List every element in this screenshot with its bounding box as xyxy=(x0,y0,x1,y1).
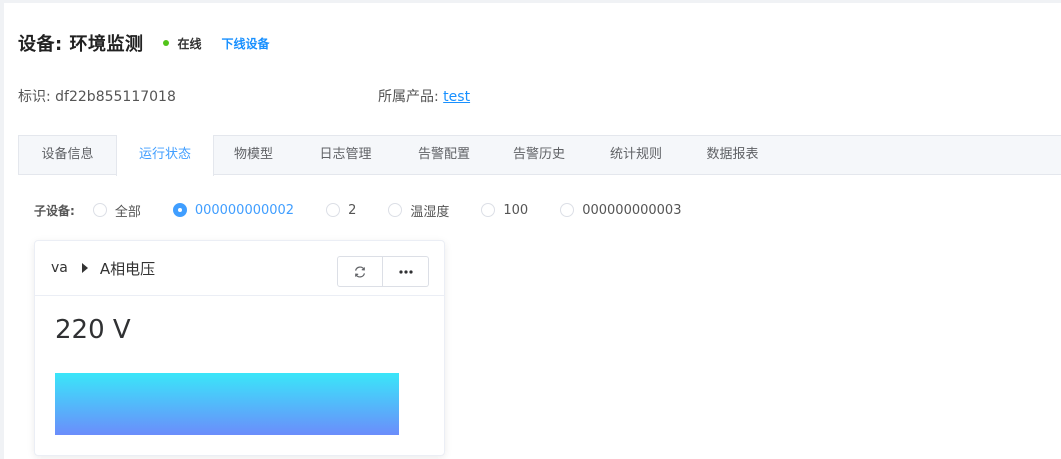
left-edge xyxy=(0,0,4,459)
tab-bar: 设备信息 运行状态 物模型 日志管理 告警配置 告警历史 统计规则 数据报表 xyxy=(18,135,1061,176)
tab-log-management[interactable]: 日志管理 xyxy=(293,135,398,175)
device-id-label: 标识: xyxy=(18,89,56,105)
radio-label: 000000000003 xyxy=(582,202,682,218)
subdevice-selector: 子设备: 全部 000000000002 2 温湿度 100 000000000… xyxy=(34,200,713,220)
radio-label: 温湿度 xyxy=(410,204,450,220)
property-card: va A相电压 220 V xyxy=(34,240,445,456)
tab-alarm-history[interactable]: 告警历史 xyxy=(490,135,588,175)
product-row: 所属产品: test xyxy=(378,86,470,106)
tab-thing-model[interactable]: 物模型 xyxy=(214,135,293,175)
radio-circle-icon[interactable] xyxy=(481,203,496,217)
product-label: 所属产品: xyxy=(378,89,444,105)
radio-all[interactable]: 全部 xyxy=(92,201,141,220)
tab-alarm-config[interactable]: 告警配置 xyxy=(398,135,490,175)
radio-circle-icon[interactable] xyxy=(560,203,575,217)
refresh-icon xyxy=(355,265,365,278)
radio-circle-icon[interactable] xyxy=(92,203,107,217)
tab-run-status[interactable]: 运行状态 xyxy=(116,135,214,176)
top-edge xyxy=(0,0,1061,3)
device-detail-page: 设备: 环境监测 在线 下线设备 标识: df22b855117018 所属产品… xyxy=(0,0,1061,459)
radio-100[interactable]: 100 xyxy=(481,203,528,218)
device-id-value: df22b855117018 xyxy=(55,89,176,105)
status-text: 在线 xyxy=(177,36,202,51)
subdevice-label: 子设备: xyxy=(34,203,75,218)
more-icon xyxy=(398,269,413,274)
tab-data-report[interactable]: 数据报表 xyxy=(684,135,781,175)
radio-temp-humidity[interactable]: 温湿度 xyxy=(388,201,449,220)
page-title: 设备: 环境监测 xyxy=(18,34,144,55)
card-actions xyxy=(337,256,429,287)
radio-000000000003[interactable]: 000000000003 xyxy=(560,203,681,218)
property-id: va xyxy=(51,260,68,276)
tab-device-info[interactable]: 设备信息 xyxy=(19,135,116,175)
card-header: va A相电压 xyxy=(35,241,444,296)
page-header: 设备: 环境监测 在线 下线设备 xyxy=(18,30,270,56)
radio-label: 100 xyxy=(503,202,529,218)
property-name: A相电压 xyxy=(99,259,156,278)
radio-label: 2 xyxy=(348,202,357,218)
radio-circle-icon[interactable] xyxy=(388,203,403,217)
value-bar xyxy=(55,373,399,435)
caret-right-icon xyxy=(81,263,88,273)
radio-2[interactable]: 2 xyxy=(326,203,356,218)
property-value: 220 V xyxy=(55,315,131,345)
radio-circle-icon[interactable] xyxy=(326,203,341,217)
radio-label: 000000000002 xyxy=(194,202,295,218)
device-id-row: 标识: df22b855117018 xyxy=(18,86,176,106)
radio-circle-icon[interactable] xyxy=(172,203,187,217)
refresh-button[interactable] xyxy=(337,256,383,287)
status-dot-icon xyxy=(163,40,170,46)
tab-stat-rules[interactable]: 统计规则 xyxy=(588,135,684,175)
status-badge: 在线 xyxy=(163,35,201,52)
radio-000000000002[interactable]: 000000000002 xyxy=(172,202,295,218)
radio-label: 全部 xyxy=(114,204,141,220)
product-link[interactable]: test xyxy=(443,89,470,105)
more-button[interactable] xyxy=(383,256,429,287)
offline-device-link[interactable]: 下线设备 xyxy=(221,35,269,52)
